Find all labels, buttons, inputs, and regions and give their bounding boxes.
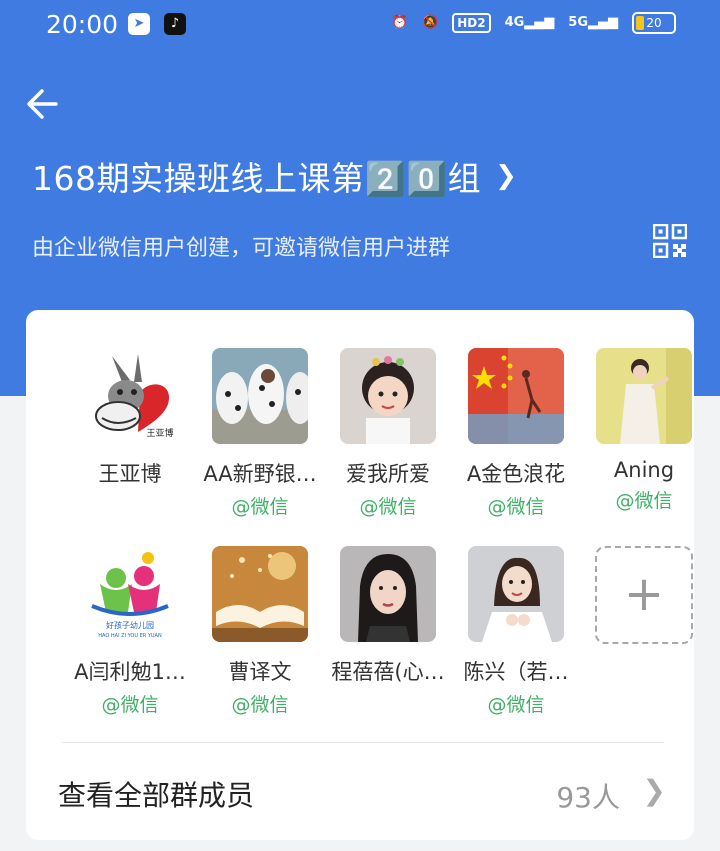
status-time: 20:00: [46, 10, 119, 39]
app-notification-icon: ➤: [128, 13, 150, 35]
member-wechat-tag: @微信: [101, 694, 159, 716]
member-avatar: [212, 348, 308, 444]
member-name: 曹译文: [228, 660, 292, 684]
add-member-button[interactable]: +: [580, 546, 708, 644]
member-item[interactable]: Aning @微信: [580, 348, 708, 513]
member-item[interactable]: AA新野银… @微信: [196, 348, 324, 519]
kindergarten-name-cn: 好孩子幼儿园: [106, 620, 154, 630]
member-avatar: [596, 348, 692, 444]
member-item[interactable]: 好孩子幼儿园 HAO HAI ZI YOU ER YUAN A闫利勉1… @微信: [66, 546, 194, 717]
qr-code-icon[interactable]: [653, 224, 687, 258]
mute-icon: 🔕: [422, 15, 439, 30]
kindergarten-logo-image: 好孩子幼儿园 HAO HAI ZI YOU ER YUAN: [82, 546, 178, 642]
member-avatar: [340, 348, 436, 444]
member-wechat-tag: @微信: [487, 694, 545, 716]
member-avatar: [468, 348, 564, 444]
chevron-right-icon: ❯: [642, 774, 666, 807]
woman-portrait-photo: [340, 546, 436, 642]
group-title: 168期实操班线上课第2️⃣0️⃣组: [32, 159, 482, 198]
member-avatar: 王亚博: [82, 348, 178, 444]
member-avatar: [212, 546, 308, 642]
member-item[interactable]: 曹译文 @微信: [196, 546, 324, 717]
members-card: 王亚博 王亚博 AA新野银… @微信 爱我所爱 @微信 A金色浪花 @微信 An…: [26, 310, 694, 840]
member-name: 爱我所爱: [346, 462, 430, 486]
signal-5g-icon: 5G▂▄▆: [568, 15, 618, 30]
woman-yellow-wall-photo: [596, 348, 692, 444]
member-item[interactable]: A金色浪花 @微信: [452, 348, 580, 519]
member-avatar: [468, 546, 564, 642]
plus-icon: +: [623, 566, 665, 622]
donkey-avatar-image: 王亚博: [82, 348, 178, 444]
group-title-row[interactable]: 168期实操班线上课第2️⃣0️⃣组 ❯: [32, 152, 517, 200]
member-name: 陈兴（若…: [463, 660, 569, 684]
alarm-icon: ⏰: [391, 15, 409, 30]
add-member-box[interactable]: +: [595, 546, 693, 644]
status-bar: 20:00 ➤ ♪ ⏰ 🔕 HD2 4G▂▄▆ 5G▂▄▆ 20: [0, 0, 720, 52]
member-count: 93人: [556, 781, 620, 814]
member-wechat-tag: @微信: [487, 496, 545, 518]
member-name: A金色浪花: [466, 462, 566, 486]
open-book-photo: [212, 546, 308, 642]
divider: [62, 742, 664, 743]
group-subtitle: 由企业微信用户创建，可邀请微信用户进群: [32, 236, 451, 261]
member-avatar: [340, 546, 436, 642]
businesswoman-photo: [468, 546, 564, 642]
member-wechat-tag: @微信: [359, 496, 417, 518]
hd-call-icon: HD2: [452, 13, 491, 33]
chevron-right-icon: ❯: [495, 161, 517, 191]
member-wechat-tag: @微信: [615, 490, 673, 512]
egg-sculpture-photo: [212, 348, 308, 444]
battery-icon: 20: [632, 12, 676, 34]
back-arrow-icon[interactable]: [22, 84, 62, 124]
view-all-members-label: 查看全部群成员: [58, 779, 255, 812]
member-item[interactable]: 王亚博 王亚博: [66, 348, 194, 492]
member-wechat-tag: @微信: [231, 694, 289, 716]
member-item[interactable]: 陈兴（若… @微信: [452, 546, 580, 717]
member-name: A闫利勉1…: [74, 660, 186, 684]
baby-photo: [340, 348, 436, 444]
member-name: AA新野银…: [203, 462, 317, 486]
flag-beach-photo: [468, 348, 564, 444]
member-item[interactable]: 爱我所爱 @微信: [324, 348, 452, 519]
member-item[interactable]: 程蓓蓓(心…: [324, 546, 452, 690]
member-wechat-tag: @微信: [231, 496, 289, 518]
member-name: Aning: [613, 458, 675, 482]
view-all-members-row[interactable]: 查看全部群成员 93人 ❯: [58, 770, 670, 818]
signal-4g-icon: 4G▂▄▆: [504, 15, 555, 30]
member-name: 程蓓蓓(心…: [331, 660, 445, 684]
member-avatar: 好孩子幼儿园 HAO HAI ZI YOU ER YUAN: [82, 546, 178, 642]
member-name: 王亚博: [98, 462, 162, 486]
kindergarten-name-en: HAO HAI ZI YOU ER YUAN: [98, 633, 162, 639]
donkey-avatar-label: 王亚博: [146, 427, 173, 439]
tiktok-notification-icon: ♪: [164, 13, 186, 35]
